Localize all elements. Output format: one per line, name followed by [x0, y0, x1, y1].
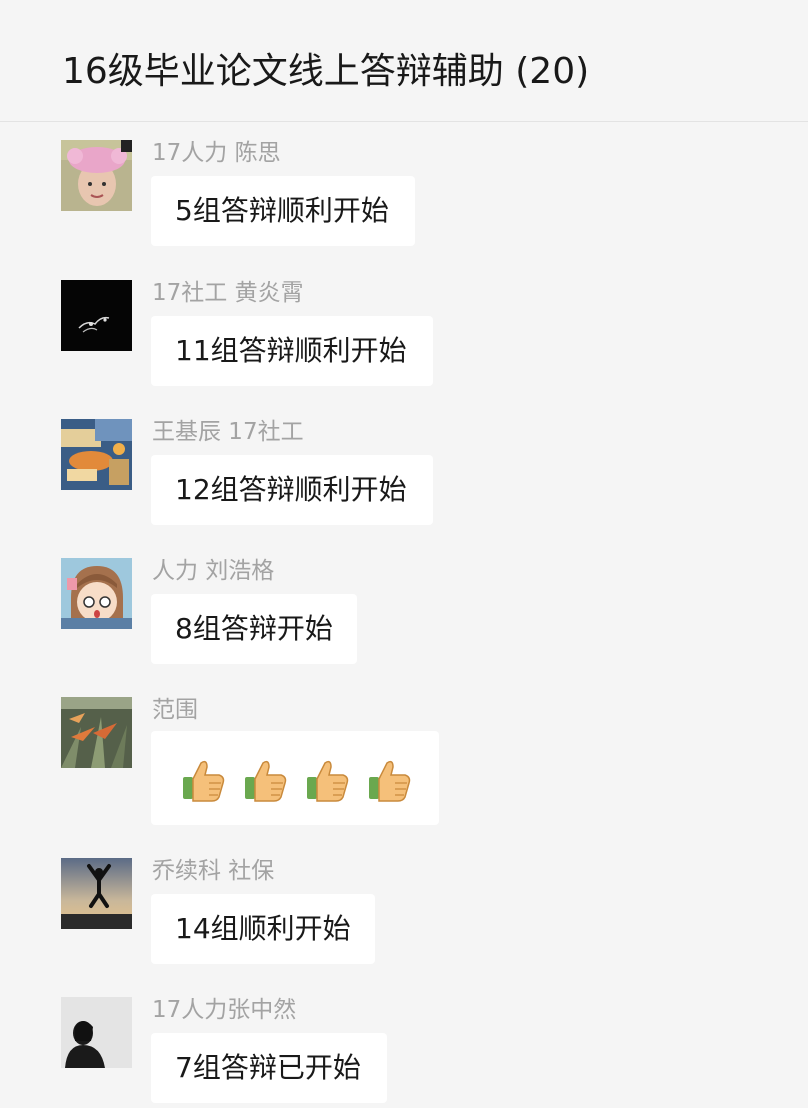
sender-name: 17社工 黄炎霄	[152, 280, 304, 306]
message-bubble[interactable]: 5组答辩顺利开始	[151, 176, 415, 246]
sender-name: 17人力张中然	[152, 997, 297, 1023]
sender-name: 人力 刘浩格	[152, 558, 275, 584]
message-item: 王基辰 17社工 12组答辩顺利开始	[0, 419, 808, 549]
message-bubble[interactable]: 8组答辩开始	[151, 594, 357, 664]
sender-name: 范围	[152, 697, 198, 723]
painting-avatar[interactable]	[61, 419, 132, 490]
thumbs-up-icon	[245, 760, 287, 802]
dark-drawing-avatar[interactable]	[61, 280, 132, 351]
chat-header: 16级毕业论文线上答辩辅助 (20)	[0, 0, 808, 122]
message-bubble[interactable]: 14组顺利开始	[151, 894, 375, 964]
message-item: 17人力 陈思 5组答辩顺利开始	[0, 140, 808, 270]
thumbs-up-icon	[307, 760, 349, 802]
message-item: 人力 刘浩格 8组答辩开始	[0, 558, 808, 688]
message-bubble[interactable]: 7组答辩已开始	[151, 1033, 387, 1103]
message-bubble[interactable]	[151, 731, 439, 825]
message-item: 乔续科 社保 14组顺利开始	[0, 858, 808, 988]
thumbs-up-icon	[183, 760, 225, 802]
message-item: 范围	[0, 697, 808, 827]
chat-title[interactable]: 16级毕业论文线上答辩辅助 (20)	[62, 48, 589, 96]
flowers-avatar[interactable]	[61, 697, 132, 768]
message-item: 17人力张中然 7组答辩已开始	[0, 997, 808, 1108]
sender-name: 17人力 陈思	[152, 140, 281, 166]
anime-girl-avatar[interactable]	[61, 558, 132, 629]
person-pink-hat-avatar[interactable]	[61, 140, 132, 211]
silhouette-avatar[interactable]	[61, 997, 132, 1068]
message-item: 17社工 黄炎霄 11组答辩顺利开始	[0, 280, 808, 410]
sender-name: 王基辰 17社工	[152, 419, 304, 445]
jumping-person-sunset-avatar[interactable]	[61, 858, 132, 929]
sender-name: 乔续科 社保	[152, 858, 275, 884]
message-bubble[interactable]: 11组答辩顺利开始	[151, 316, 433, 386]
message-bubble[interactable]: 12组答辩顺利开始	[151, 455, 433, 525]
thumbs-up-icon	[369, 760, 411, 802]
